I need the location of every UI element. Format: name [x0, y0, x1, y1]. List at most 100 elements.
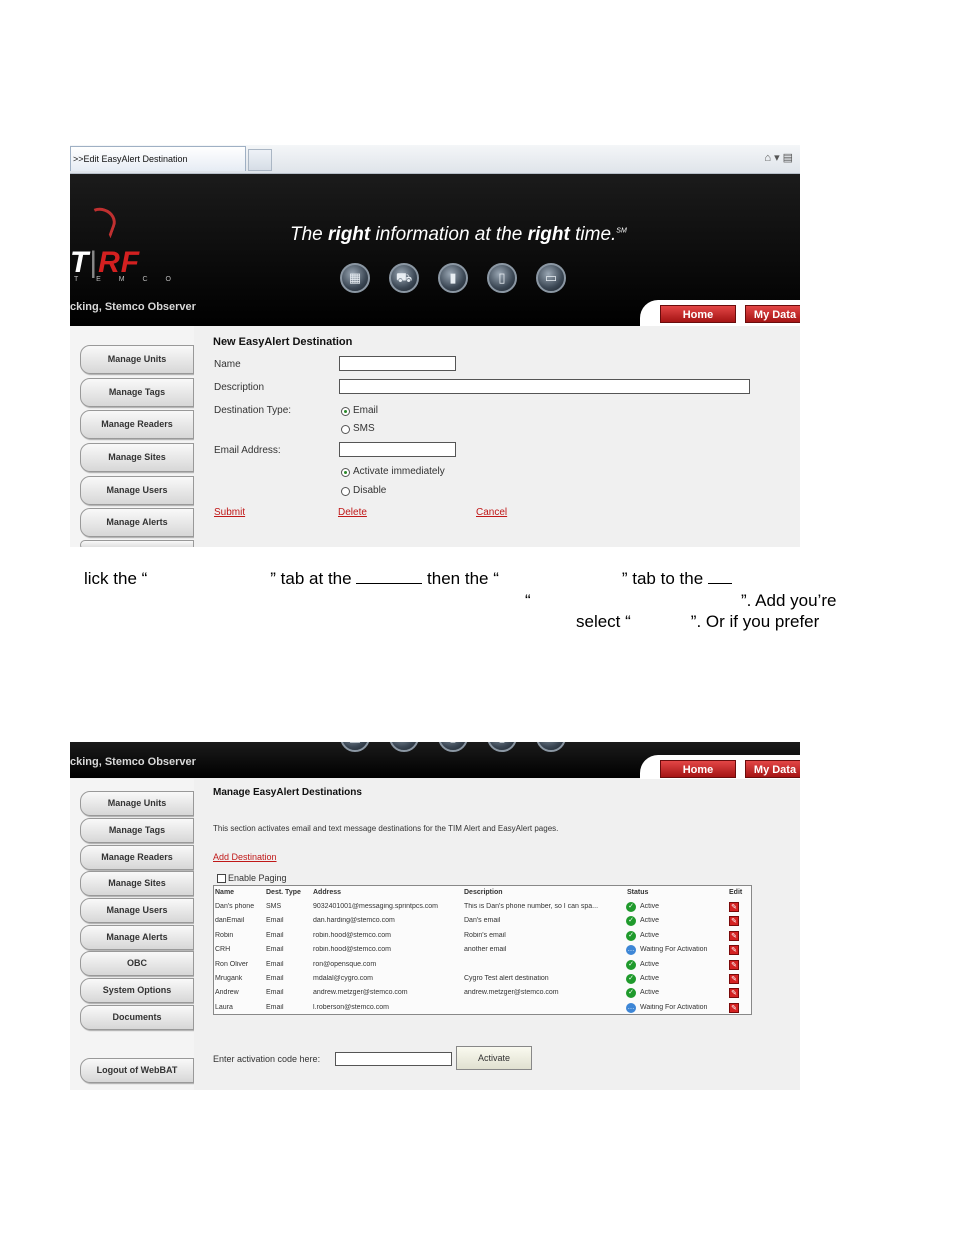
cell-name: Laura	[215, 1003, 233, 1011]
sidebar-item-system-options[interactable]: System Options	[80, 978, 194, 1003]
active-status-icon: ✓	[626, 930, 636, 941]
disable-radio[interactable]	[341, 487, 350, 496]
activate-immediately-label: Activate immediately	[353, 466, 445, 477]
column-header-name: Name	[215, 889, 235, 896]
gauge-icon[interactable]: ▦	[340, 742, 370, 752]
sidebar-item-manage-users[interactable]: Manage Users	[80, 476, 194, 505]
sms-radio-label: SMS	[353, 423, 375, 434]
reader-icon[interactable]: ▮	[438, 742, 468, 752]
sidebar-item-manage-sites[interactable]: Manage Sites	[80, 443, 194, 472]
enable-paging-label: Enable Paging	[228, 873, 287, 883]
edit-icon[interactable]: ✎	[729, 945, 739, 956]
email-radio[interactable]	[341, 407, 350, 416]
sidebar: Manage Units Manage Tags Manage Readers …	[70, 779, 194, 1090]
sms-radio[interactable]	[341, 425, 350, 434]
cell-status: Waiting For Activation	[640, 946, 708, 954]
activate-immediately-radio[interactable]	[341, 468, 350, 477]
cell-name: Mrugank	[215, 975, 243, 982]
cell-name: CRH	[215, 946, 231, 954]
cell-address: andrew.metzger@stemco.com	[313, 989, 408, 997]
activation-code-input[interactable]	[335, 1052, 452, 1066]
my-data-button[interactable]: My Data	[745, 760, 800, 778]
cell-description: Robin's email	[464, 931, 506, 939]
cancel-link[interactable]: Cancel	[476, 507, 507, 518]
sidebar-item-manage-readers[interactable]: Manage Readers	[80, 410, 194, 439]
cell-type: Email	[266, 931, 284, 939]
manage-destinations-screenshot: ▦ ⛟ ▮ ▯ ▭ cking, Stemco Observer Home My…	[70, 742, 800, 1090]
edit-icon[interactable]: ✎	[729, 1002, 739, 1013]
active-status-icon: ✓	[626, 974, 636, 984]
monitor-icon[interactable]: ▭	[536, 263, 566, 293]
sidebar-item-manage-alerts[interactable]: Manage Alerts	[80, 925, 194, 950]
sidebar-item-manage-units[interactable]: Manage Units	[80, 345, 194, 374]
home-button[interactable]: Home	[660, 760, 736, 778]
observer-title: cking, Stemco Observer	[70, 756, 196, 768]
activation-code-label: Enter activation code here:	[213, 1054, 321, 1064]
destination-type-label: Destination Type:	[214, 405, 292, 416]
sidebar-item-manage-tags[interactable]: Manage Tags	[80, 818, 194, 843]
edit-icon[interactable]: ✎	[729, 959, 739, 970]
name-input[interactable]	[339, 356, 456, 371]
edit-icon[interactable]: ✎	[729, 916, 739, 927]
cell-status: Waiting For Activation	[640, 1003, 708, 1011]
sidebar-item-obc[interactable]: OBC	[80, 951, 194, 976]
submit-link[interactable]: Submit	[214, 507, 245, 518]
email-radio-label: Email	[353, 405, 379, 416]
reader-icon[interactable]: ▮	[438, 263, 468, 293]
edit-icon[interactable]: ✎	[729, 974, 739, 984]
description-input[interactable]	[339, 379, 750, 394]
cell-type: Email	[266, 1003, 284, 1011]
email-address-input[interactable]	[339, 442, 456, 457]
tag-icon[interactable]: ▯	[487, 742, 517, 752]
sidebar-item-manage-tags[interactable]: Manage Tags	[80, 378, 194, 407]
home-button[interactable]: Home	[660, 305, 736, 323]
sidebar-item-manage-units[interactable]: Manage Units	[80, 791, 194, 816]
truck-icon[interactable]: ⛟	[389, 742, 419, 752]
new-tab-button[interactable]	[248, 149, 272, 171]
intro-text: This section activates email and text me…	[213, 824, 559, 833]
cell-address: mdalal@cygro.com	[313, 975, 374, 982]
edit-icon[interactable]: ✎	[729, 902, 739, 912]
active-status-icon: ✓	[626, 916, 636, 927]
edit-icon[interactable]: ✎	[729, 930, 739, 941]
truck-icon[interactable]: ⛟	[389, 263, 419, 293]
cell-type: Email	[266, 946, 284, 954]
sidebar-item-manage-sites[interactable]: Manage Sites	[80, 871, 194, 896]
sidebar-item-manage-alerts[interactable]: Manage Alerts	[80, 508, 194, 537]
sidebar-item-manage-users[interactable]: Manage Users	[80, 898, 194, 923]
destinations-table: Name Dest. Type Address Description Stat…	[213, 885, 752, 1015]
add-destination-link[interactable]: Add Destination	[213, 852, 277, 862]
cell-type: Email	[266, 975, 284, 982]
sidebar-item-documents[interactable]: Documents	[80, 1005, 194, 1030]
dropdown-icon[interactable]: ▾	[774, 152, 783, 164]
edit-easyalert-screenshot: >>Edit EasyAlert Destination ⌂▾▤ The rig…	[70, 145, 800, 547]
logo: T|RF	[70, 246, 141, 279]
tag-icon[interactable]: ▯	[487, 263, 517, 293]
cell-description: andrew.metzger@stemco.com	[464, 989, 559, 997]
sidebar-item-more[interactable]	[80, 540, 194, 547]
description-label: Description	[214, 382, 265, 393]
cell-name: Robin	[215, 931, 234, 939]
active-status-icon: ✓	[626, 959, 636, 970]
cell-description: Dan's email	[464, 917, 501, 925]
cell-type: Email	[266, 960, 284, 968]
feed-icon[interactable]: ▤	[783, 152, 796, 164]
cell-status: Active	[640, 989, 660, 997]
waiting-status-icon: …	[626, 945, 636, 956]
activate-button[interactable]: Activate	[456, 1046, 532, 1070]
cell-address: ron@opensque.com	[313, 960, 377, 968]
delete-link[interactable]: Delete	[338, 507, 367, 518]
column-header-address: Address	[313, 889, 342, 896]
monitor-icon[interactable]: ▭	[536, 742, 566, 752]
tagline: The right information at the right time.…	[290, 224, 627, 245]
browser-tab[interactable]: >>Edit EasyAlert Destination	[70, 146, 246, 171]
enable-paging-checkbox[interactable]	[217, 874, 226, 883]
gauge-icon[interactable]: ▦	[340, 263, 370, 293]
cell-name: Andrew	[215, 989, 239, 997]
logout-button[interactable]: Logout of WebBAT	[80, 1058, 194, 1083]
home-icon[interactable]: ⌂	[764, 152, 774, 164]
sidebar-item-manage-readers[interactable]: Manage Readers	[80, 845, 194, 870]
edit-icon[interactable]: ✎	[729, 988, 739, 999]
my-data-button[interactable]: My Data	[745, 305, 800, 323]
column-header-status: Status	[627, 889, 649, 896]
